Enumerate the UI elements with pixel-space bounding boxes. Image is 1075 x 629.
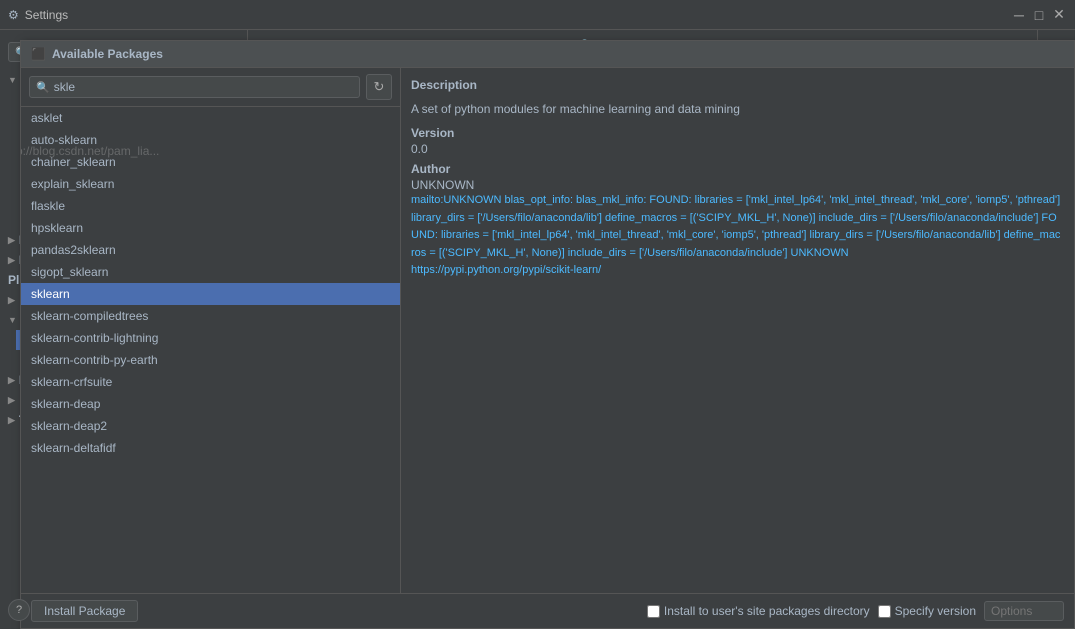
right-panel: Project: BasicPythonPrograms › Project I… [248, 30, 1037, 629]
modal-right-description: Description A set of python modules for … [401, 68, 1037, 593]
list-item[interactable]: sklearn-compiledtrees [248, 305, 400, 327]
description-heading: Description [411, 78, 1037, 92]
titlebar-left: ⚙ Settings [8, 8, 68, 22]
list-item-sklearn[interactable]: sklearn [248, 283, 400, 305]
list-item[interactable]: sklearn-deltafidf [248, 437, 400, 459]
refresh-icon: ↻ [374, 79, 385, 95]
description-text: A set of python modules for machine lear… [411, 100, 1037, 118]
list-item[interactable]: flaskle [248, 195, 400, 217]
list-item[interactable]: auto-sklearn [248, 129, 400, 151]
list-item[interactable]: sklearn-deap [248, 393, 400, 415]
list-item[interactable]: asklet [248, 107, 400, 129]
list-item[interactable]: explain_sklearn [248, 173, 400, 195]
minimize-button[interactable]: ─ [1011, 7, 1027, 23]
chevron-right-icon: ▶ [8, 255, 15, 266]
list-item[interactable]: sklearn-crfsuite [248, 371, 400, 393]
list-item[interactable]: sklearn-contrib-py-earth [248, 349, 400, 371]
chevron-down-icon: ▼ [8, 315, 17, 325]
chevron-right-icon: ▶ [8, 235, 15, 246]
titlebar-controls: ─ □ ✕ [1011, 7, 1067, 23]
available-packages-modal: ⬛ Available Packages 🔍 ↻ [248, 40, 1037, 629]
install-to-user-checkbox-row[interactable]: Install to user's site packages director… [647, 604, 870, 618]
available-packages-search-input[interactable] [248, 80, 353, 94]
maximize-button[interactable]: □ [1031, 7, 1047, 23]
version-label: Version [411, 126, 1037, 140]
specify-version-checkbox-row[interactable]: Specify version [878, 604, 976, 618]
description-links[interactable]: mailto:UNKNOWN blas_opt_info: blas_mkl_i… [411, 192, 1037, 280]
specify-version-label: Specify version [895, 604, 976, 618]
modal-left: 🔍 ↻ asklet auto-sklearn chainer_sklearn [248, 68, 401, 593]
modal-body: 🔍 ↻ asklet auto-sklearn chainer_sklearn [248, 68, 1037, 593]
install-options: Install to user's site packages director… [647, 601, 1037, 621]
list-item[interactable]: pandas2sklearn [248, 239, 400, 261]
chevron-right-icon: ▶ [8, 375, 15, 386]
list-item[interactable]: sklearn-deap2 [248, 415, 400, 437]
modal-search: 🔍 ↻ [248, 68, 400, 107]
main-content: 🔍 ▼ Appearance & Behavior Appearance Men… [0, 30, 1075, 629]
install-to-user-label: Install to user's site packages director… [664, 604, 870, 618]
list-item[interactable]: sklearn-contrib-lightning [248, 327, 400, 349]
packages-list: asklet auto-sklearn chainer_sklearn http… [248, 107, 400, 593]
specify-version-checkbox[interactable] [878, 605, 891, 618]
window-title: Settings [25, 8, 68, 22]
chevron-down-icon: ▼ [8, 75, 17, 85]
modal-titlebar: ⬛ Available Packages [248, 41, 1037, 68]
modal-search-box[interactable]: 🔍 [248, 76, 360, 98]
refresh-button[interactable]: ↻ [366, 74, 392, 100]
chevron-right-icon: ▶ [8, 295, 15, 306]
titlebar: ⚙ Settings ─ □ ✕ [0, 0, 1075, 30]
chevron-right-icon: ▶ [8, 415, 15, 426]
close-button[interactable]: ✕ [1051, 7, 1067, 23]
list-item[interactable]: hpsklearn [248, 217, 400, 239]
modal-footer: Install Package Install to user's site p… [248, 593, 1037, 628]
app-icon: ⚙ [8, 8, 19, 22]
install-to-user-checkbox[interactable] [647, 605, 660, 618]
author-label: Author [411, 162, 1037, 176]
version-value: 0.0 [411, 142, 1037, 156]
list-item[interactable]: chainer_sklearn http://blog.csdn.net/pam… [248, 151, 400, 173]
author-value: UNKNOWN [411, 178, 1037, 192]
settings-window: ⚙ Settings ─ □ ✕ 🔍 ▼ Appearance & Behavi… [0, 0, 1075, 629]
list-item[interactable]: sigopt_sklearn [248, 261, 400, 283]
chevron-right-icon: ▶ [8, 395, 15, 406]
options-input[interactable] [984, 601, 1037, 621]
